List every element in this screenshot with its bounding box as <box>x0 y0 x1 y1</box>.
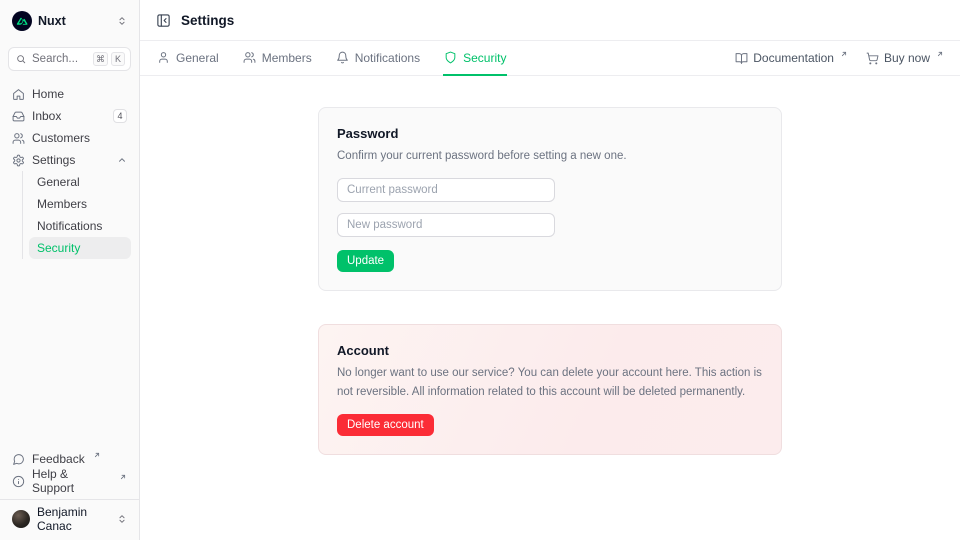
sidebar-item-notifications[interactable]: Notifications <box>29 215 131 237</box>
app-window: Nuxt Search... ⌘ K Home Inbox 4 <box>0 0 960 540</box>
sidebar-item-label: Feedback <box>32 452 85 466</box>
password-card-title: Password <box>337 126 763 141</box>
sidebar-divider <box>0 499 139 500</box>
tab-members[interactable]: Members <box>242 41 313 76</box>
header-links: Documentation Buy now <box>735 41 944 75</box>
user-icon <box>157 51 170 64</box>
sidebar-item-security[interactable]: Security <box>29 237 131 259</box>
chevrons-up-down-icon <box>117 514 127 524</box>
tab-bar: General Members Notifications Security <box>140 41 960 76</box>
buy-now-link[interactable]: Buy now <box>866 51 944 65</box>
link-label: Documentation <box>753 51 834 65</box>
user-menu[interactable]: Benjamin Canac <box>8 506 131 532</box>
chat-bubble-icon <box>12 453 25 466</box>
external-link-icon <box>93 451 101 459</box>
sidebar-nav: Home Inbox 4 Customers Settings Gener <box>8 83 131 259</box>
account-card: Account No longer want to use our servic… <box>318 324 782 455</box>
bell-icon <box>336 51 349 64</box>
tab-security[interactable]: Security <box>443 41 507 76</box>
delete-account-button[interactable]: Delete account <box>337 414 434 436</box>
tab-label: Security <box>463 51 506 65</box>
sidebar-item-members[interactable]: Members <box>29 193 131 215</box>
new-password-field[interactable] <box>337 213 555 237</box>
tabs: General Members Notifications Security <box>156 41 507 75</box>
nuxt-logo-icon <box>12 11 32 31</box>
tab-label: Notifications <box>355 51 420 65</box>
main-panel: Settings General Members Notifications <box>140 0 960 540</box>
search-input[interactable]: Search... ⌘ K <box>8 47 131 71</box>
sidebar-spacer <box>8 259 131 448</box>
external-link-icon <box>936 50 944 58</box>
sidebar-item-settings[interactable]: Settings <box>8 149 131 171</box>
team-picker[interactable]: Nuxt <box>8 8 131 34</box>
settings-submenu: General Members Notifications Security <box>22 171 131 259</box>
sidebar-item-label: Notifications <box>37 219 102 233</box>
sidebar-item-label: Customers <box>32 131 90 145</box>
external-link-icon <box>840 50 848 58</box>
sidebar-item-label: General <box>37 175 80 189</box>
page-title: Settings <box>181 13 234 28</box>
user-name: Benjamin Canac <box>37 505 110 533</box>
sidebar: Nuxt Search... ⌘ K Home Inbox 4 <box>0 0 140 540</box>
gear-icon <box>12 154 25 167</box>
sidebar-item-label: Members <box>37 197 87 211</box>
tab-label: Members <box>262 51 312 65</box>
tab-label: General <box>176 51 219 65</box>
sidebar-item-customers[interactable]: Customers <box>8 127 131 149</box>
team-name: Nuxt <box>38 14 66 28</box>
tab-notifications[interactable]: Notifications <box>335 41 421 76</box>
search-placeholder: Search... <box>32 53 78 65</box>
chevron-up-icon <box>117 155 127 165</box>
inbox-icon <box>12 110 25 123</box>
sidebar-item-label: Home <box>32 87 64 101</box>
sidebar-toggle-icon[interactable] <box>156 13 171 28</box>
sidebar-item-help-support[interactable]: Help & Support <box>8 470 131 492</box>
sidebar-item-general[interactable]: General <box>29 171 131 193</box>
settings-security-content: Password Confirm your current password b… <box>140 76 960 540</box>
page-header: Settings <box>140 0 960 41</box>
sidebar-item-label: Inbox <box>32 109 61 123</box>
search-icon <box>16 54 26 64</box>
tab-general[interactable]: General <box>156 41 220 76</box>
documentation-link[interactable]: Documentation <box>735 51 848 65</box>
account-card-description: No longer want to use our service? You c… <box>337 364 763 401</box>
link-label: Buy now <box>884 51 930 65</box>
sidebar-item-label: Security <box>37 241 80 255</box>
inbox-count-badge: 4 <box>113 109 127 123</box>
external-link-icon <box>119 473 127 481</box>
sidebar-item-inbox[interactable]: Inbox 4 <box>8 105 131 127</box>
shopping-cart-icon <box>866 52 879 65</box>
sidebar-item-label: Settings <box>32 153 75 167</box>
update-button[interactable]: Update <box>337 250 394 272</box>
password-card: Password Confirm your current password b… <box>318 107 782 291</box>
current-password-field[interactable] <box>337 178 555 202</box>
avatar <box>12 510 30 528</box>
account-card-title: Account <box>337 343 763 358</box>
sidebar-item-home[interactable]: Home <box>8 83 131 105</box>
sidebar-item-label: Help & Support <box>32 467 111 495</box>
shield-icon <box>444 51 457 64</box>
chevrons-up-down-icon <box>117 16 127 26</box>
info-circle-icon <box>12 475 25 488</box>
password-card-description: Confirm your current password before set… <box>337 147 763 165</box>
users-icon <box>12 132 25 145</box>
users-icon <box>243 51 256 64</box>
kbd-k: K <box>111 52 125 66</box>
book-open-icon <box>735 52 748 65</box>
search-shortcut: ⌘ K <box>93 52 125 66</box>
home-icon <box>12 88 25 101</box>
kbd-cmd: ⌘ <box>93 52 108 66</box>
